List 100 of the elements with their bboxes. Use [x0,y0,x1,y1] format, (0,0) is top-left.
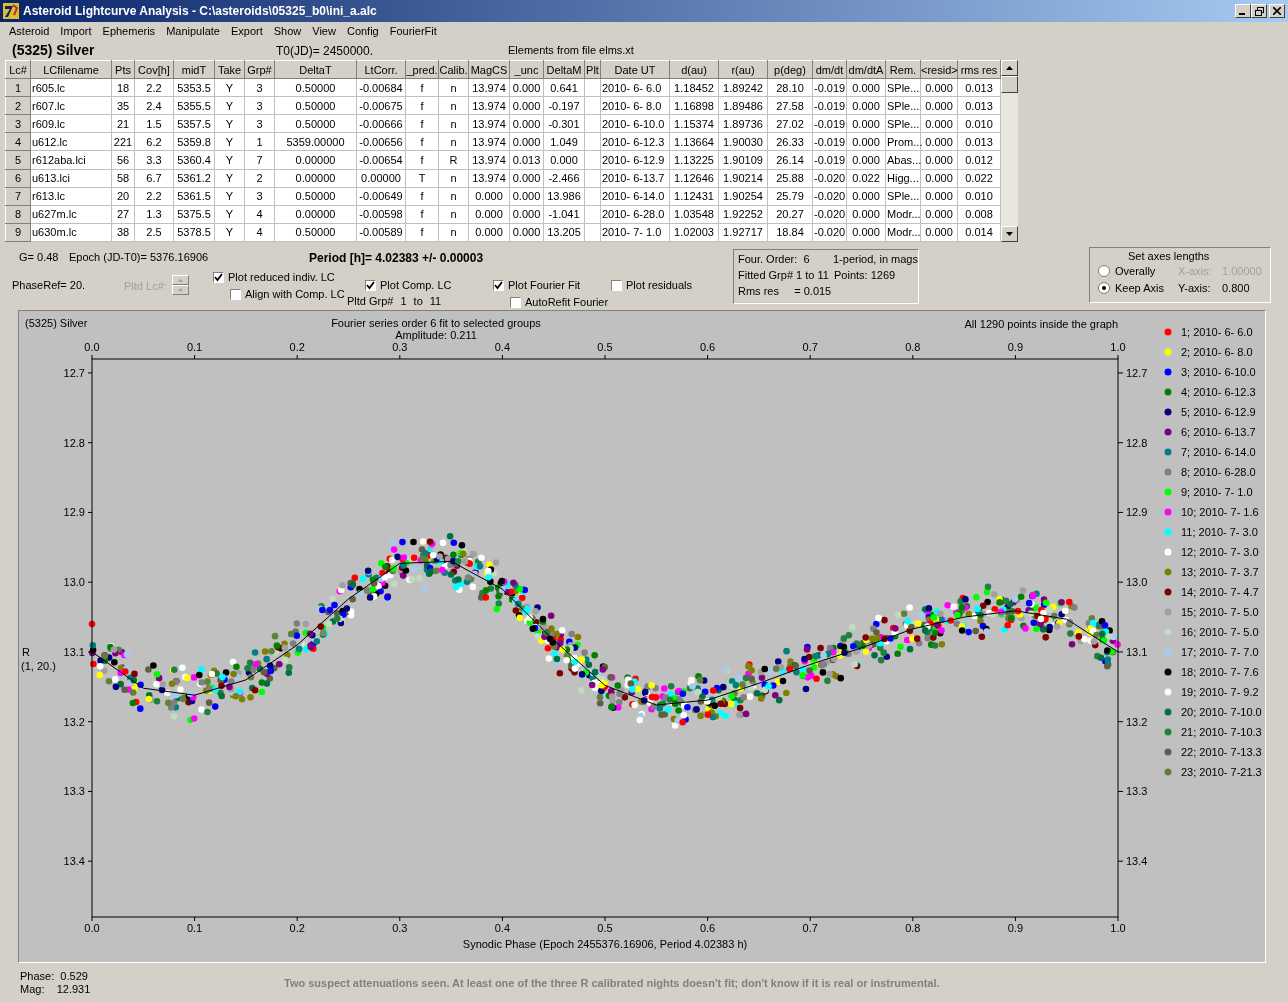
menu-item[interactable]: Asteroid [4,25,56,37]
axis-value: 0.800 [1222,281,1250,294]
column-header[interactable]: Take [214,60,245,79]
table-cell: 1.03548 [669,205,719,224]
table-cell: Y [214,169,245,188]
column-header[interactable]: LCfilename [30,60,112,79]
table-cell: 0.00000 [274,205,357,224]
column-header[interactable]: Calib. [438,60,469,79]
table-cell: 5375.5 [173,205,215,224]
pltd-grp-label: 11 [429,295,442,307]
table-cell: 2010- 6-14.0 [600,187,670,206]
table-cell: Prom... [885,132,921,151]
checkbox[interactable]: Plot Fourier Fit [493,278,611,292]
table-cell: -0.020 [812,169,847,188]
radio-button[interactable]: Keep Axis [1098,281,1178,294]
column-header[interactable]: dm/dtA [846,60,886,79]
x-axis-label: Synodic Phase (Epoch 2455376.16906, Period 4.02383 h) [462,938,748,950]
table-cell: 0.000 [846,223,886,242]
table-cell: -0.00589 [356,223,406,242]
table-cell: 13.974 [468,132,510,151]
column-header[interactable]: Grp# [244,60,275,79]
table-cell: 0.000 [846,78,886,97]
column-header[interactable]: Lc# [5,60,31,79]
table-cell: n [438,169,469,188]
table-cell: u627m.lc [30,205,112,224]
legend-label: 17; 2010- 7- 7.0 [1181,646,1259,658]
column-header[interactable]: dm/dt [812,60,847,79]
table-cell: Y [214,205,245,224]
table-cell: 3 [244,78,275,97]
x-tick-label: 0.1 [186,341,203,353]
elements-label: Elements from file elms.xt [508,44,634,58]
menu-item[interactable]: View [307,25,342,37]
menu-item[interactable]: Manipulate [161,25,226,37]
scroll-thumb[interactable] [1001,76,1018,93]
column-header[interactable]: Date UT [600,60,670,79]
column-header[interactable]: d(au) [669,60,719,79]
table-cell [584,205,601,224]
checkbox[interactable]: Plot reduced indiv. LC [213,270,361,284]
table-cell: 4 [244,205,275,224]
y-tick-label: 13.2 [63,715,85,728]
table-cell: Y [214,96,245,115]
table-cell: 0.010 [957,187,1001,206]
table-cell: 1.89486 [718,96,768,115]
checkbox[interactable]: AutoRefit Fourier [510,295,611,309]
menu-item[interactable]: Show [268,25,308,37]
column-header[interactable]: _unc [509,60,544,79]
column-header[interactable]: p(deg) [767,60,813,79]
column-header[interactable]: Rem. [885,60,921,79]
table-cell: 1.89736 [718,114,768,133]
table-cell: 26.33 [767,132,813,151]
y-tick-label: 12.9 [63,506,85,519]
column-header[interactable]: <resid> [920,60,958,79]
axes-title: Set axes lengths [1128,250,1211,262]
pltd-grp-label: Pltd Grp# [347,295,394,307]
column-header[interactable]: midT [173,60,215,79]
table-cell: 0.000 [468,223,510,242]
column-header[interactable]: LtCorr. [356,60,406,79]
column-header[interactable]: Pts [111,60,135,79]
table-cell: f [405,78,439,97]
table-cell: 1.16898 [669,96,719,115]
column-header[interactable]: Cov[h] [134,60,174,79]
up-icon [178,278,183,282]
menu-item[interactable]: FourierFit [384,25,443,37]
table-cell: 1.049 [543,132,585,151]
table-cell: 28.10 [767,78,813,97]
close-button[interactable] [1269,4,1285,18]
table-cell: 1.12431 [669,187,719,206]
table-cell: f [405,187,439,206]
legend-label: 10; 2010- 7- 1.6 [1181,506,1259,518]
x-tick-label: 0.6 [699,341,716,353]
minimize-button[interactable] [1235,4,1251,18]
table-cell: -0.019 [812,96,847,115]
table-cell: 0.000 [509,169,544,188]
table-cell: 13.974 [468,150,510,170]
table-cell: -0.00654 [356,150,406,170]
column-header[interactable]: _pred. [405,60,439,79]
table-cell: -0.00649 [356,187,406,206]
table-cell: Modr... [885,223,921,242]
table-cell: 0.000 [846,205,886,224]
table-cell: 3 [244,114,275,133]
table-cell: r607.lc [30,96,112,115]
column-header[interactable]: DeltaT [274,60,357,79]
menu-item[interactable]: Import [55,25,98,37]
column-header[interactable]: MagCS [468,60,510,79]
spinner[interactable] [172,275,189,295]
restore-button[interactable] [1251,4,1267,18]
checkbox[interactable]: Plot residuals [611,278,693,292]
y-tick-label: 13.4 [1126,855,1148,868]
scrollbar[interactable] [1001,60,1018,242]
legend-label: 12; 2010- 7- 3.0 [1181,546,1259,558]
column-header[interactable]: DeltaM [543,60,585,79]
menu-item[interactable]: Export [225,25,269,37]
checkbox[interactable]: Plot Comp. LC [365,278,493,292]
table-cell: 1.02003 [669,223,719,242]
column-header[interactable]: r(au) [718,60,768,79]
menu-item[interactable]: Ephemeris [97,25,162,37]
menu-item[interactable]: Config [341,25,385,37]
column-header[interactable]: rms res [957,60,1001,79]
table-cell: 1.5 [134,114,174,133]
table-cell: 1.92252 [718,205,768,224]
